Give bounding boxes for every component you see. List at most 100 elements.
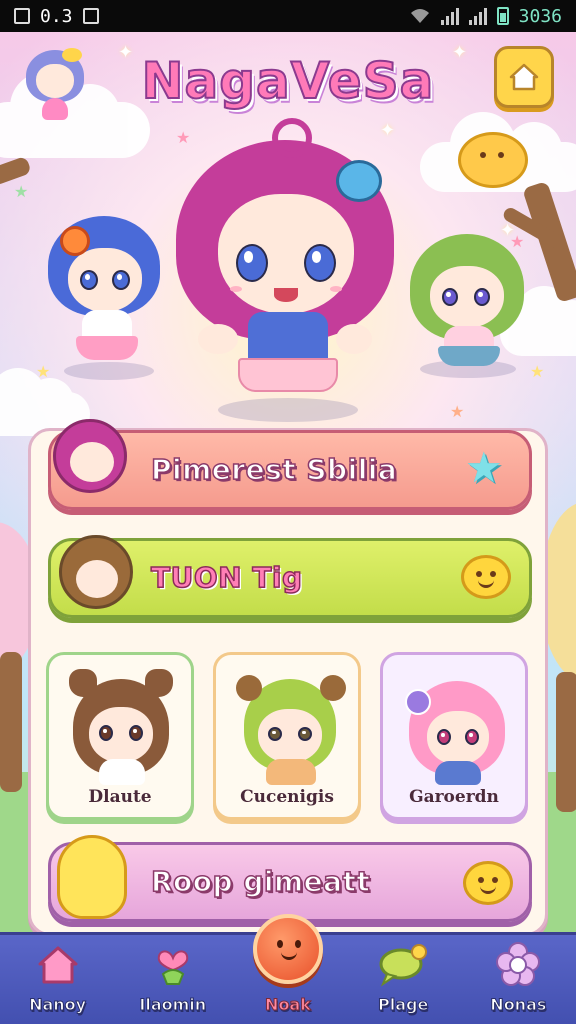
- smile-icon: [463, 861, 513, 905]
- status-bar: 0.3 3036: [0, 0, 576, 32]
- mascot-eye: [498, 152, 504, 158]
- hair-loop: [272, 118, 312, 158]
- house-icon: [38, 946, 78, 984]
- nav-item-chat[interactable]: Plage: [353, 932, 453, 1024]
- profile-label: Pimerest Sbilia: [150, 452, 398, 487]
- character-card[interactable]: Garoerdn: [380, 652, 528, 820]
- app-title: NagaVeSa: [141, 51, 435, 111]
- card-character: [403, 671, 513, 791]
- nav-label: Nanoy: [29, 995, 87, 1015]
- main-hand: [336, 324, 372, 354]
- nav-label: Ilaomin: [139, 995, 207, 1015]
- flower-clip-icon: [405, 689, 431, 715]
- nav-label: Nonas: [490, 995, 547, 1015]
- character-name: Cucenigis: [240, 787, 334, 807]
- blue-eye-right: [112, 270, 130, 290]
- star-icon: ★: [14, 182, 29, 201]
- status-left: 0.3: [14, 6, 99, 27]
- main-skirt: [238, 358, 338, 392]
- card-eye: [298, 727, 312, 741]
- star-icon: ★: [465, 443, 503, 492]
- smile-icon: [461, 555, 511, 599]
- card-body: [266, 759, 316, 785]
- main-eye-right: [304, 244, 336, 282]
- green-skirt: [438, 346, 500, 366]
- status-text: 0.3: [40, 5, 73, 27]
- nav-label: Plage: [377, 995, 429, 1015]
- character-card[interactable]: Cucenigis: [213, 652, 361, 820]
- blue-eye-left: [80, 270, 98, 290]
- bow-icon: [62, 48, 82, 62]
- mascot-character: [20, 46, 90, 126]
- avatar-face: [76, 560, 118, 598]
- bottom-nav: Nanoy Ilaomin Noak Plage Nonas: [0, 914, 576, 1024]
- main-character: [168, 118, 404, 428]
- nav-item-home[interactable]: Nanoy: [8, 932, 108, 1024]
- nav-item-characters[interactable]: Ilaomin: [123, 932, 223, 1024]
- shadow: [218, 398, 358, 422]
- wifi-icon: [410, 9, 429, 23]
- blue-skirt: [76, 336, 138, 360]
- play-button[interactable]: TUON Tig: [48, 535, 532, 618]
- profile-button[interactable]: Pimerest Sbilia ★: [48, 419, 532, 510]
- hair-bun: [320, 675, 346, 701]
- hair-bun: [236, 675, 262, 701]
- green-eye-left: [442, 288, 458, 306]
- play-avatar: [59, 535, 133, 609]
- flower-clip-icon: [60, 226, 90, 256]
- mascot-blob: [458, 132, 528, 188]
- green-eye-right: [474, 288, 490, 306]
- star-icon: ★: [450, 402, 465, 421]
- profile-avatar: [53, 419, 127, 493]
- card-character: [67, 667, 177, 787]
- main-mouth: [274, 288, 298, 302]
- orange-ball-icon: [252, 914, 323, 984]
- heart-figure-icon: [157, 950, 188, 985]
- nav-item-settings[interactable]: Nonas: [468, 932, 568, 1024]
- shop-label: Roop gimeatt: [150, 864, 371, 899]
- card-body: [435, 761, 481, 785]
- mascot-body: [42, 98, 68, 120]
- avatar-face: [70, 442, 114, 482]
- character-name: Dlaute: [88, 787, 152, 807]
- nav-label: Noak: [265, 995, 312, 1015]
- main-eye-left: [236, 244, 268, 282]
- home-button[interactable]: [494, 46, 554, 108]
- character-card[interactable]: Dlaute: [46, 652, 194, 820]
- card-eye: [465, 729, 479, 745]
- flower-icon: [496, 942, 541, 986]
- card-body: [99, 759, 145, 785]
- cat-ear: [145, 669, 173, 697]
- sparkle-icon: ✦: [118, 42, 134, 63]
- tree-trunk: [0, 652, 22, 792]
- status-right: 3036: [409, 6, 562, 27]
- mascot-eye: [480, 152, 486, 158]
- house-icon: [509, 63, 539, 91]
- shadow: [64, 362, 154, 380]
- play-label: TUON Tig: [150, 560, 303, 595]
- shop-button[interactable]: Roop gimeatt: [48, 835, 532, 922]
- card-eye: [268, 727, 282, 741]
- card-eye: [129, 725, 143, 741]
- clock: 3036: [518, 5, 562, 27]
- blush: [330, 286, 342, 292]
- character-name: Garoerdn: [409, 787, 499, 807]
- chat-bubble-icon: [379, 944, 428, 987]
- hair-clip-icon: [336, 160, 382, 202]
- card-character: [236, 669, 346, 789]
- flying-mascot: [458, 126, 534, 196]
- card-eye: [99, 725, 113, 741]
- card-eye: [437, 729, 451, 745]
- image-icon: [14, 8, 30, 24]
- blush: [230, 286, 242, 292]
- mascot-face: [36, 64, 74, 98]
- shop-mascot: [57, 835, 127, 919]
- clipboard-icon: [82, 8, 99, 24]
- battery-icon: [496, 7, 509, 25]
- cat-ear: [69, 669, 97, 697]
- nav-item-center[interactable]: Noak: [238, 914, 338, 1024]
- tree-trunk: [556, 672, 576, 812]
- blue-hair-character: [40, 212, 170, 382]
- main-hand: [198, 324, 238, 354]
- signal-icon-2: [468, 7, 487, 25]
